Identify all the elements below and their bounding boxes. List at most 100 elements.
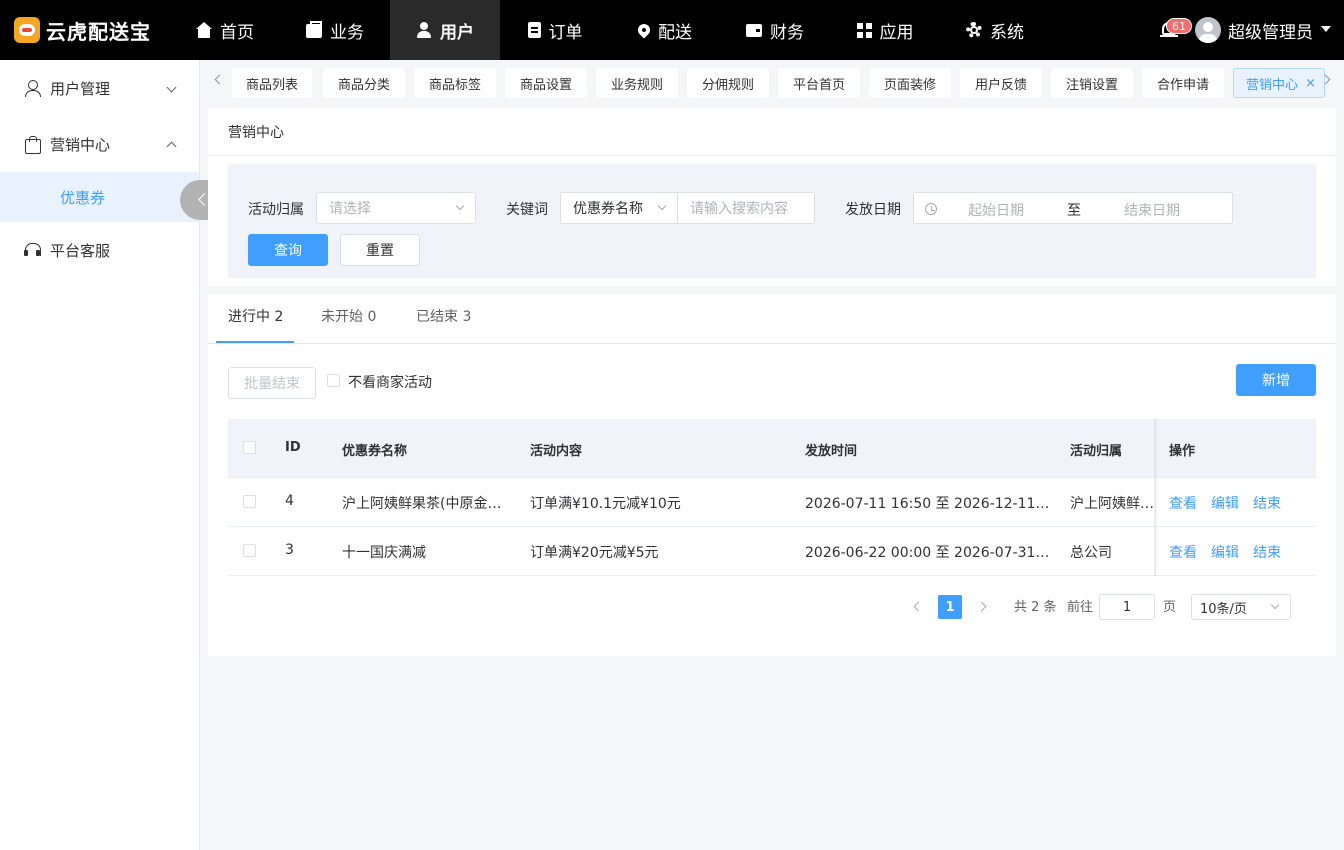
tab-marketing-center[interactable]: 营销中心 ×: [1233, 68, 1325, 98]
batch-end-button[interactable]: 批量结束: [228, 367, 316, 399]
total-count: 共 2 条: [1014, 600, 1057, 615]
wallet-icon: [746, 23, 762, 37]
date-range-picker[interactable]: 起始日期 至 结束日期: [913, 192, 1233, 224]
view-link[interactable]: 查看: [1169, 542, 1197, 562]
tab-label: 营销中心: [1246, 77, 1299, 93]
cell-time: 2026-07-11 16:50 至 2026-12-11 16…: [805, 496, 1050, 512]
page-unit-label: 页: [1163, 600, 1177, 615]
hide-merchant-checkbox[interactable]: [327, 374, 340, 387]
nav-item-apps[interactable]: 应用: [830, 0, 940, 60]
cell-content: 订单满¥10.1元减¥10元: [530, 496, 681, 512]
keyword-type-select[interactable]: 优惠券名称: [560, 192, 678, 224]
document-icon: [527, 22, 541, 38]
tab-ended[interactable]: 已结束 3: [416, 306, 471, 326]
tab-product-tags[interactable]: 商品标签: [414, 68, 496, 98]
cell-id: 3: [285, 542, 294, 558]
sidebar-item-customer-service[interactable]: 平台客服: [0, 222, 199, 278]
sidebar-item-marketing[interactable]: 营销中心: [0, 116, 199, 172]
prev-page-icon[interactable]: [913, 601, 924, 612]
add-button[interactable]: 新增: [1236, 364, 1316, 396]
sidebar-item-user-management[interactable]: 用户管理: [0, 60, 199, 116]
tab-page-decoration[interactable]: 页面装修: [869, 68, 951, 98]
goto-page-input[interactable]: 1: [1099, 594, 1155, 620]
row-checkbox[interactable]: [243, 495, 256, 508]
goto-label: 前往: [1067, 600, 1094, 615]
coupon-list-card: 进行中 2 未开始 0 已结束 3 批量结束 不看商家活动 新增 ID 优惠券名…: [208, 294, 1336, 656]
tab-business-rules[interactable]: 业务规则: [596, 68, 678, 98]
tab-platform-home[interactable]: 平台首页: [778, 68, 860, 98]
avatar[interactable]: [1195, 17, 1221, 43]
col-actions: 操作: [1169, 444, 1196, 459]
edit-link[interactable]: 编辑: [1211, 493, 1239, 513]
nav-item-label: 财务: [770, 22, 804, 43]
date-label: 发放日期: [845, 202, 901, 218]
end-date-input[interactable]: 结束日期: [1124, 200, 1180, 220]
tabs-scroll-left-icon[interactable]: [214, 74, 225, 85]
next-page-icon[interactable]: [976, 601, 987, 612]
cell-content: 订单满¥20元减¥5元: [530, 545, 659, 561]
tab-product-category[interactable]: 商品分类: [323, 68, 405, 98]
tab-product-settings[interactable]: 商品设置: [505, 68, 587, 98]
end-link[interactable]: 结束: [1253, 542, 1281, 562]
end-link[interactable]: 结束: [1253, 493, 1281, 513]
tab-product-list[interactable]: 商品列表: [232, 68, 312, 98]
reset-button[interactable]: 重置: [340, 234, 420, 266]
edit-link[interactable]: 编辑: [1211, 542, 1239, 562]
sidebar-item-label: 平台客服: [50, 241, 111, 260]
tab-cooperation-apply[interactable]: 合作申请: [1142, 68, 1224, 98]
cell-time: 2026-06-22 00:00 至 2026-07-31 00…: [805, 545, 1050, 561]
caret-down-icon[interactable]: [1321, 26, 1331, 32]
nav-item-label: 业务: [330, 22, 364, 43]
tab-ongoing[interactable]: 进行中 2: [228, 306, 283, 326]
table-row: 4 沪上阿姨鲜果茶(中原金… 订单满¥10.1元减¥10元 2026-07-11…: [228, 478, 1316, 527]
sidebar-subitem-coupon[interactable]: 优惠券: [0, 172, 199, 222]
tab-not-started[interactable]: 未开始 0: [321, 306, 376, 326]
app-logo[interactable]: 云虎配送宝: [14, 16, 151, 44]
nav-item-delivery[interactable]: 配送: [610, 0, 720, 60]
tab-strip: 商品列表 商品分类 商品标签 商品设置 业务规则 分佣规则 平台首页 页面装修 …: [200, 60, 1344, 104]
top-bar: 云虎配送宝 首页 业务 用户 订单 配送 财务 应用 系统 61 超级管理员: [0, 0, 1344, 60]
gear-icon: [966, 22, 982, 38]
hide-merchant-label[interactable]: 不看商家活动: [348, 372, 432, 392]
page-number-current[interactable]: 1: [938, 595, 962, 619]
col-time: 发放时间: [805, 444, 858, 459]
active-tab-indicator: [216, 341, 294, 343]
page-size-select[interactable]: 10条/页: [1191, 594, 1291, 620]
nav-item-user[interactable]: 用户: [390, 0, 500, 60]
status-tabs: 进行中 2 未开始 0 已结束 3: [208, 294, 1336, 344]
admin-name[interactable]: 超级管理员: [1228, 18, 1313, 43]
sidebar-item-label: 营销中心: [50, 135, 111, 154]
tab-user-feedback[interactable]: 用户反馈: [960, 68, 1042, 98]
nav-item-business[interactable]: 业务: [280, 0, 390, 60]
nav-item-orders[interactable]: 订单: [500, 0, 610, 60]
location-pin-icon: [635, 21, 653, 39]
close-icon[interactable]: ×: [1305, 77, 1316, 90]
tab-commission-rules[interactable]: 分佣规则: [687, 68, 769, 98]
col-content: 活动内容: [530, 444, 583, 459]
nav-item-label: 应用: [879, 22, 914, 43]
search-button[interactable]: 查询: [248, 234, 328, 266]
row-checkbox[interactable]: [243, 544, 256, 557]
owner-select[interactable]: 请选择: [316, 192, 476, 224]
page-size-value: 10条/页: [1200, 601, 1247, 617]
filter-form: 活动归属 请选择 关键词 优惠券名称 请输入搜索内容 发放日期 起始日期 至 结…: [228, 164, 1316, 278]
chevron-down-icon: [166, 82, 177, 93]
start-date-input[interactable]: 起始日期: [968, 200, 1024, 220]
page-header: 营销中心: [208, 108, 1336, 156]
table-row: 3 十一国庆满减 订单满¥20元减¥5元 2026-06-22 00:00 至 …: [228, 527, 1316, 576]
tab-cancel-settings[interactable]: 注销设置: [1051, 68, 1133, 98]
chevron-down-icon: [1270, 600, 1280, 610]
table-header: ID 优惠券名称 活动内容 发放时间 活动归属 操作: [228, 419, 1316, 478]
col-name: 优惠券名称: [342, 444, 408, 459]
nav-item-system[interactable]: 系统: [940, 0, 1050, 60]
view-link[interactable]: 查看: [1169, 493, 1197, 513]
nav-item-label: 用户: [440, 22, 474, 43]
app-name: 云虎配送宝: [46, 19, 151, 44]
apps-grid-icon: [856, 22, 872, 38]
keyword-input[interactable]: 请输入搜索内容: [677, 192, 815, 224]
nav-item-finance[interactable]: 财务: [720, 0, 830, 60]
notification-badge: 61: [1166, 18, 1192, 34]
nav-item-home[interactable]: 首页: [170, 0, 280, 60]
headset-icon: [24, 242, 41, 258]
select-all-checkbox[interactable]: [243, 441, 256, 454]
